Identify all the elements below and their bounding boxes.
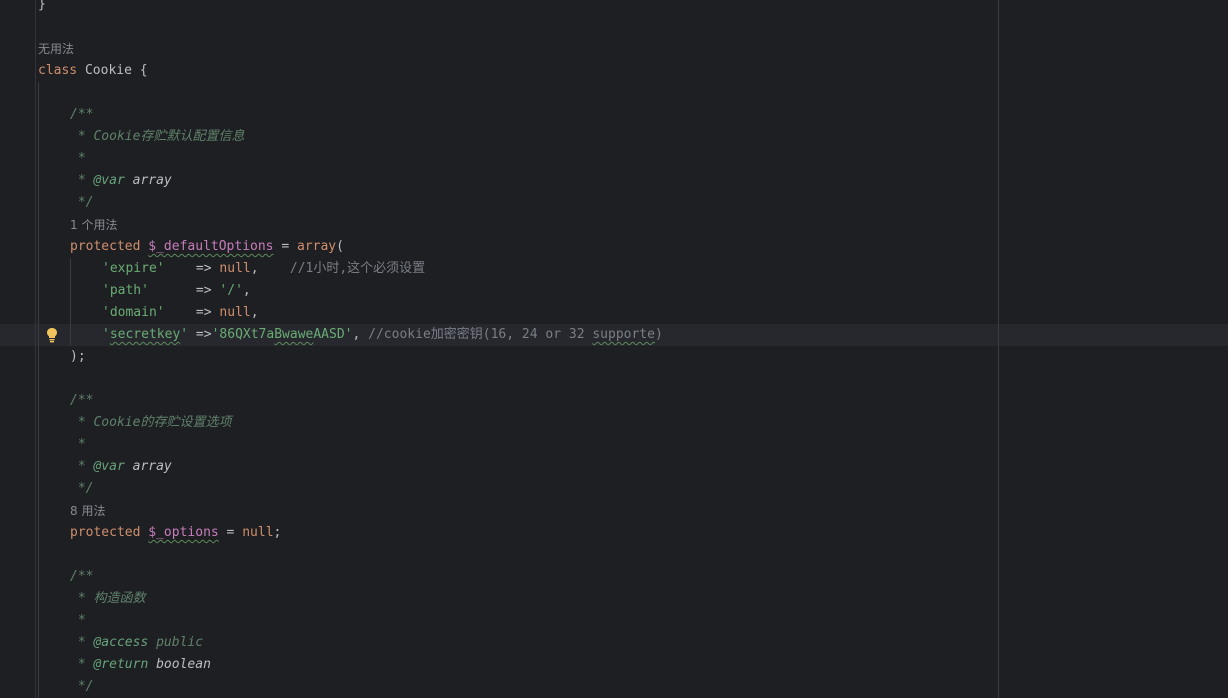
doc-tag: @var <box>93 173 125 188</box>
keyword: class <box>38 63 78 78</box>
code-line: * Cookie存贮默认配置信息 <box>70 126 245 148</box>
code-line-default-options: protected $_defaultOptions = array( <box>70 236 344 258</box>
code-line: * <box>70 148 86 170</box>
code-line: */ <box>70 192 94 214</box>
string: '86QXt7a <box>211 327 275 342</box>
punctuation: , <box>352 327 369 342</box>
punctuation: , <box>250 261 290 276</box>
line-comment: //cookie加密密钥(16, 24 or 32 <box>368 327 593 342</box>
line-comment: ) <box>654 327 663 342</box>
string: 'path' <box>102 283 149 298</box>
closing-brace: } <box>38 0 46 12</box>
code-line: 'expire' => null, //1小时,这个必须设置 <box>102 258 425 280</box>
doc-comment: * 构造函数 <box>70 591 146 606</box>
operator: = <box>273 239 297 254</box>
code-line: */ <box>70 478 94 500</box>
code-line: * Cookie的存贮设置选项 <box>70 412 232 434</box>
indent-guide <box>70 258 71 346</box>
keyword: null <box>242 525 274 540</box>
doc-comment: */ <box>70 195 94 210</box>
keyword: null <box>219 305 251 320</box>
usage-hint-options[interactable]: 8 用法 <box>70 500 105 522</box>
punctuation: ); <box>70 349 86 364</box>
code-line-current[interactable]: 'secretkey' =>'86QXt7aBwaweAASD', //cook… <box>102 324 663 346</box>
code-line: /** <box>70 104 93 126</box>
doc-comment: /** <box>70 107 94 122</box>
punctuation: , <box>242 283 251 298</box>
doc-comment: */ <box>70 679 94 694</box>
usage-hint-default-options[interactable]: 1 个用法 <box>70 214 117 236</box>
code-editor[interactable]: } 无用法 class Cookie { /** * Cookie存贮默认配置信… <box>0 0 1228 698</box>
code-line: ); <box>70 346 86 368</box>
doc-comment: * <box>70 459 94 474</box>
doc-comment: * <box>70 437 86 452</box>
doc-tag: @var <box>93 459 125 474</box>
string: '/' <box>219 283 243 298</box>
operator: = <box>218 525 243 540</box>
doc-comment: */ <box>70 481 94 496</box>
code-line-options: protected $_options = null; <box>70 522 281 544</box>
code-line: 'domain' => null, <box>102 302 259 324</box>
code-line: */ <box>70 676 94 698</box>
usage-hint-text: 1 个用法 <box>70 218 118 232</box>
string: ' <box>102 327 110 342</box>
code-line: * <box>70 434 86 456</box>
keyword: null <box>219 261 251 276</box>
doc-comment: * Cookie存贮默认配置信息 <box>70 129 245 144</box>
variable: $_defaultOptions <box>148 239 274 254</box>
doc-comment: * <box>70 635 94 650</box>
usage-hint-text: 8 用法 <box>70 504 106 518</box>
code-line: 'path' => '/', <box>102 280 251 302</box>
doc-comment: * Cookie的存贮设置选项 <box>70 415 232 430</box>
indent-guide <box>38 82 39 698</box>
doc-type: array <box>124 459 172 474</box>
code-line: * 构造函数 <box>70 588 146 610</box>
doc-comment: /** <box>70 569 94 584</box>
line-comment: //1小时,这个必须设置 <box>289 261 426 276</box>
variable: $_options <box>148 525 219 540</box>
code-line: * @var array <box>70 170 172 192</box>
code-line: * @return boolean <box>70 654 211 676</box>
doc-type: boolean <box>148 657 211 672</box>
operator: => <box>164 261 220 276</box>
lightbulb-icon[interactable] <box>45 327 59 343</box>
string-typo: Bwawe <box>274 327 314 342</box>
punctuation: ; <box>273 525 282 540</box>
doc-type: array <box>124 173 172 188</box>
line-comment-typo: supporte <box>592 327 655 342</box>
keyword: protected <box>70 525 141 540</box>
code-line: * @var array <box>70 456 172 478</box>
usage-hint-text: 无用法 <box>38 42 75 56</box>
code-line-class-declaration: class Cookie { <box>38 60 148 82</box>
string-typo: secretkey <box>109 327 181 342</box>
code-line: } <box>38 0 46 16</box>
doc-comment: * <box>70 173 94 188</box>
string: ' <box>180 327 189 342</box>
doc-comment: public <box>148 635 204 650</box>
code-line: /** <box>70 566 93 588</box>
doc-comment: * <box>70 151 86 166</box>
gutter-border <box>35 0 36 698</box>
keyword: array <box>297 239 337 254</box>
code-line: * @access public <box>70 632 203 654</box>
keyword: protected <box>70 239 141 254</box>
doc-comment: /** <box>70 393 94 408</box>
doc-tag: @return <box>93 657 149 672</box>
code-line: /** <box>70 390 93 412</box>
right-margin-guide <box>998 0 999 698</box>
class-name: Cookie { <box>77 63 148 78</box>
doc-comment: * <box>70 657 94 672</box>
doc-tag: @access <box>93 635 149 650</box>
punctuation: , <box>250 305 259 320</box>
operator: => <box>148 283 220 298</box>
punctuation: ( <box>336 239 344 254</box>
usage-hint-class[interactable]: 无用法 <box>38 38 74 60</box>
operator: => <box>188 327 212 342</box>
string: 'expire' <box>102 261 165 276</box>
operator: => <box>164 305 220 320</box>
string: 'domain' <box>102 305 165 320</box>
doc-comment: * <box>70 613 86 628</box>
code-line: * <box>70 610 86 632</box>
string: AASD' <box>313 327 353 342</box>
